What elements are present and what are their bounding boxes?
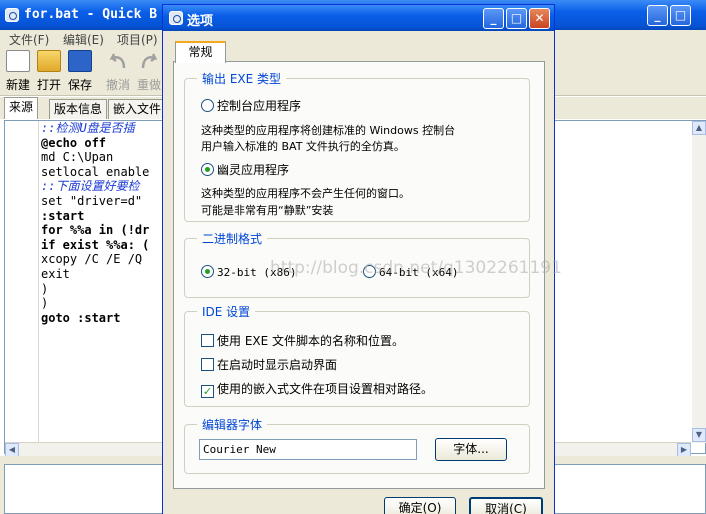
console-desc-2: 用户输入标准的 BAT 文件执行的全仿真。 [201,140,405,153]
code-text[interactable]: ::检测U盘是否插 @echo off md C:\Upan setlocal ena… [41,121,149,325]
font-button[interactable]: 字体... [435,438,507,461]
main-window-title: for.bat - Quick B [24,7,158,22]
new-file-icon [6,50,30,72]
ghost-app-option[interactable]: 幽灵应用程序 [201,161,289,178]
tab-general[interactable]: 常规 [175,41,226,63]
code-line: for %%a in (!dr [41,223,150,238]
editor-font-group: 编辑器字体 Courier New 字体... [184,416,530,474]
ide-settings-title: IDE 设置 [197,303,256,320]
vertical-scrollbar[interactable]: ▲ ▼ [692,121,706,443]
console-app-label: 控制台应用程序 [217,99,302,113]
minimize-icon[interactable]: _ [483,8,504,29]
ghost-desc-2: 可能是非常有用“静默”安装 [201,204,334,217]
relative-path-option[interactable]: ✓ 使用的嵌入式文件在项目设置相对路径。 [201,380,433,398]
undo-label: 撤消 [105,78,130,92]
code-line: if exist %%a: ( [41,237,150,252]
dialog-icon [169,11,183,25]
tab-version-info[interactable]: 版本信息 [49,99,108,119]
scroll-down-icon[interactable]: ▼ [692,428,706,442]
minimize-icon[interactable]: _ [647,5,668,26]
code-line: ) [41,281,49,296]
ghost-desc-1: 这种类型的应用程序不会产生任何的窗口。 [201,187,410,200]
save-label: 保存 [67,78,92,92]
cancel-button[interactable]: 取消(C) [469,497,543,514]
binary-format-title: 二进制格式 [197,230,268,247]
dialog-title-bar[interactable]: 选项 _ □ ✕ [163,5,554,31]
code-line: xcopy /C /E /Q [41,252,143,267]
maximize-icon[interactable]: □ [670,5,691,26]
screen: for.bat - Quick B _ □ 文件(F) 编辑(E) 项目(P) … [0,0,706,514]
code-line: ::检测U盘是否插 [41,121,135,135]
code-line: exit [41,266,70,281]
watermark: http://blog.csdn.net/q1302261191 [270,258,562,278]
menu-project[interactable]: 项目(P) [117,31,158,48]
font-name-field[interactable]: Courier New [199,439,417,460]
app-icon [5,8,19,22]
code-line: @echo off [41,135,107,150]
open-label: 打开 [36,78,61,92]
exe-type-group: 输出 EXE 类型 控制台应用程序 这种类型的应用程序将创建标准的 Window… [184,70,530,222]
splash-checkbox[interactable] [201,358,214,371]
scroll-left-icon[interactable]: ◀ [5,443,19,457]
redo-label: 重做 [136,78,161,92]
exe-script-name-checkbox[interactable] [201,334,214,347]
ok-button[interactable]: 确定(O) [384,497,456,514]
maximize-icon[interactable]: □ [506,8,527,29]
close-icon[interactable]: ✕ [529,8,550,29]
splash-label: 在启动时显示启动界面 [217,358,338,372]
ide-settings-group: IDE 设置 使用 EXE 文件脚本的名称和位置。 在启动时显示启动界面 ✓ 使用… [184,303,530,407]
scroll-right-icon[interactable]: ▶ [677,443,691,457]
x86-radio[interactable] [201,265,214,278]
save-button[interactable]: 保存 [65,50,95,93]
code-line: goto :start [41,310,121,325]
redo-icon [141,53,158,69]
undo-icon [109,53,126,69]
code-line: set "driver=d" [41,193,143,208]
open-button[interactable]: 打开 [34,50,64,93]
tab-source[interactable]: 来源 [4,97,39,119]
dialog-title: 选项 [187,14,214,29]
undo-button[interactable]: 撤消 [103,50,133,93]
code-line: md C:\Upan [41,150,114,165]
exe-script-name-label: 使用 EXE 文件脚本的名称和位置。 [217,334,405,348]
code-line: ::下面设置好要检 [41,179,140,194]
splash-option[interactable]: 在启动时显示启动界面 [201,356,337,373]
new-button[interactable]: 新建 [3,50,33,93]
scroll-up-icon[interactable]: ▲ [692,121,706,135]
console-desc-1: 这种类型的应用程序将创建标准的 Windows 控制台 [201,124,456,137]
relative-path-label: 使用的嵌入式文件在项目设置相对路径。 [217,382,434,396]
ghost-app-label: 幽灵应用程序 [217,163,290,177]
redo-button[interactable]: 重做 [134,50,164,93]
menu-edit[interactable]: 编辑(E) [63,31,104,48]
code-line: :start [41,208,85,223]
save-disk-icon [68,50,92,72]
exe-script-name-option[interactable]: 使用 EXE 文件脚本的名称和位置。 [201,332,404,349]
new-label: 新建 [5,78,30,92]
relative-path-checkbox[interactable]: ✓ [201,385,214,398]
open-folder-icon [37,50,61,72]
line-gutter [5,121,39,443]
code-line: setlocal enable [41,164,150,179]
console-app-option[interactable]: 控制台应用程序 [201,97,301,114]
ghost-app-radio[interactable] [201,163,214,176]
console-app-radio[interactable] [201,99,214,112]
menu-file[interactable]: 文件(F) [9,31,49,48]
editor-font-title: 编辑器字体 [197,416,268,433]
code-line: ) [41,296,49,311]
tab-embedded-files[interactable]: 嵌入文件 [108,99,167,119]
exe-type-title: 输出 EXE 类型 [197,70,287,87]
